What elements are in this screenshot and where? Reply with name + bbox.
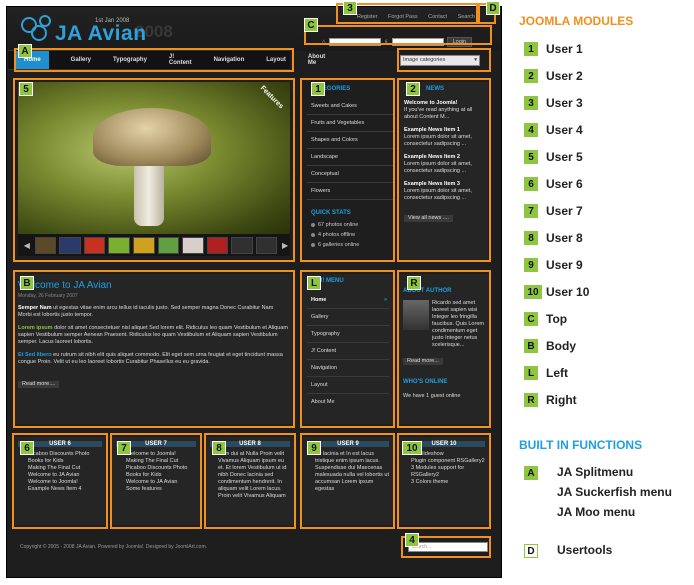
legend-badge: A — [524, 466, 538, 480]
callout-badge: 9 — [307, 441, 321, 455]
callout-badge: 5 — [19, 82, 33, 96]
callout-badge: R — [407, 276, 421, 290]
legend-badge: B — [524, 339, 538, 353]
footer-text: Copyright © 2005 - 2008 JA Avian. Powere… — [20, 544, 208, 550]
legend-row: 8 User 8 — [524, 231, 583, 245]
legend-label: Top — [546, 312, 568, 326]
callout-badge: 6 — [20, 441, 34, 455]
legend-row: 9 User 9 — [524, 258, 583, 272]
logo-ring-icon — [39, 15, 51, 27]
callout-badge: 10 — [402, 441, 422, 455]
callout-box-feature — [13, 78, 295, 262]
legend-badge: 9 — [524, 258, 538, 272]
callout-badge: 3 — [343, 1, 357, 15]
legend-label: User 4 — [546, 123, 583, 137]
legend-row: B Body — [524, 339, 576, 353]
legend-row: R Right — [524, 393, 577, 407]
legend-label: User 7 — [546, 204, 583, 218]
legend-label: User 9 — [546, 258, 583, 272]
legend-label: User 2 — [546, 69, 583, 83]
callout-badge: 2 — [406, 82, 420, 96]
legend-badge: 6 — [524, 177, 538, 191]
legend-label: User 3 — [546, 96, 583, 110]
logo-ring-icon — [31, 25, 47, 41]
legend-label: User 6 — [546, 177, 583, 191]
legend-badge: 5 — [524, 150, 538, 164]
legend-label: Body — [546, 339, 576, 353]
legend-label: User 5 — [546, 150, 583, 164]
callout-badge: 8 — [212, 441, 226, 455]
legend-badge: 8 — [524, 231, 538, 245]
legend-row: A — [524, 466, 538, 480]
legend-label: User 1 — [546, 42, 583, 56]
callout-box-user2 — [397, 78, 491, 262]
callout-badge: 1 — [311, 82, 325, 96]
callout-box-image-select — [397, 48, 491, 72]
callout-badge: D — [486, 1, 500, 15]
legend-row: D — [524, 544, 538, 558]
legend-row: 1 User 1 — [524, 42, 583, 56]
legend-row: 4 User 4 — [524, 123, 583, 137]
legend-label: Right — [546, 393, 577, 407]
function-label: Usertools — [557, 543, 613, 557]
legend-label: User 10 — [546, 285, 590, 299]
callout-badge: 7 — [117, 441, 131, 455]
legend-badge: 1 — [524, 42, 538, 56]
legend-row: 3 User 3 — [524, 96, 583, 110]
legend-label: User 8 — [546, 231, 583, 245]
callout-badge: B — [20, 276, 34, 290]
legend-row: 6 User 6 — [524, 177, 583, 191]
logo-date: 1st Jan 2008 — [95, 18, 130, 24]
legend-badge: 4 — [524, 123, 538, 137]
legend-label: Left — [546, 366, 568, 380]
legend-badge: R — [524, 393, 538, 407]
callout-badge: 4 — [405, 533, 419, 547]
callout-box-left — [300, 270, 395, 428]
callout-box-user1 — [300, 78, 395, 262]
function-label: JA Suckerfish menu — [557, 485, 672, 499]
legend-badge: L — [524, 366, 538, 380]
legend-badge: C — [524, 312, 538, 326]
function-label: JA Splitmenu — [557, 465, 634, 479]
legend-row: 2 User 2 — [524, 69, 583, 83]
callout-box-usertools — [336, 3, 478, 24]
functions-title: BUILT IN FUNCTIONS — [519, 438, 643, 452]
callout-badge: A — [18, 44, 32, 58]
logo-text[interactable]: JA Avian — [55, 22, 147, 46]
legend-row: 10 User 10 — [524, 285, 589, 299]
legend-row: L Left — [524, 366, 568, 380]
legend-badge: 2 — [524, 69, 538, 83]
callout-box-body — [13, 270, 295, 428]
callout-badge: L — [307, 276, 321, 290]
function-label: JA Moo menu — [557, 505, 636, 519]
legend-row: C Top — [524, 312, 567, 326]
callout-box-right — [397, 270, 491, 428]
legend-badge: 7 — [524, 204, 538, 218]
legend-title: JOOMLA MODULES — [519, 14, 634, 28]
legend-row: 5 User 5 — [524, 150, 583, 164]
callout-box-menu — [14, 48, 294, 72]
callout-box-top — [304, 25, 492, 45]
legend-row: 7 User 7 — [524, 204, 583, 218]
legend-badge: 3 — [524, 96, 538, 110]
callout-badge: C — [304, 18, 318, 32]
legend-badge: D — [524, 544, 538, 558]
nav-about[interactable]: About Me — [308, 54, 325, 66]
legend-badge: 10 — [524, 285, 542, 299]
